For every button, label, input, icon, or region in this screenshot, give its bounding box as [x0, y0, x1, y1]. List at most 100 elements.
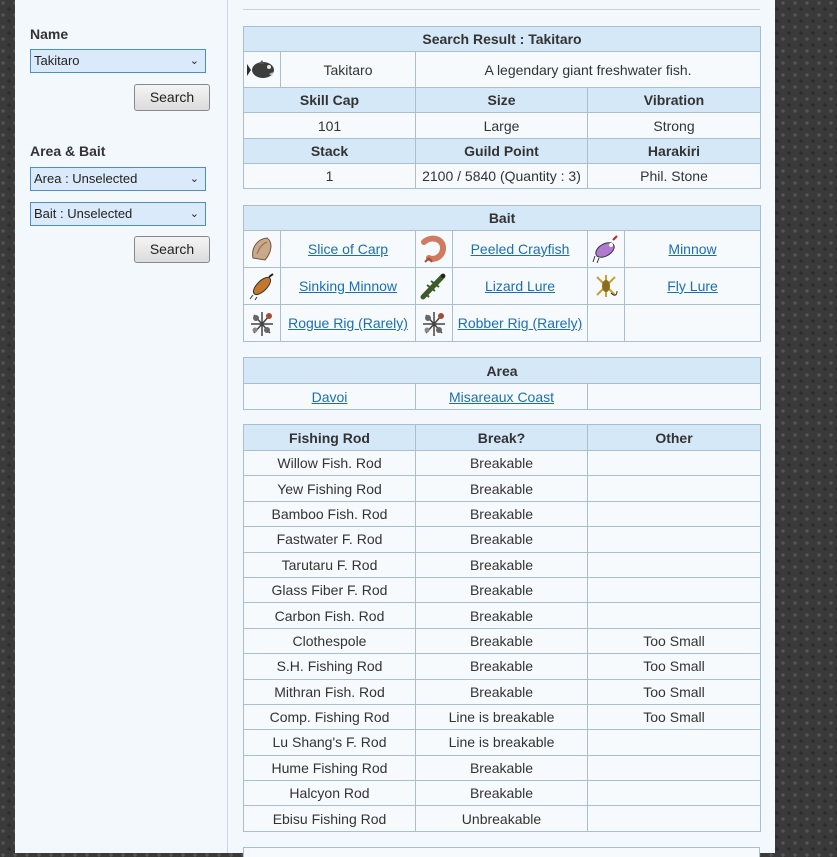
rod-name-cell: S.H. Fishing Rod: [243, 653, 416, 680]
table-row: Lu Shang's F. Rod Line is breakable: [243, 729, 761, 756]
rod-name-cell: Tarutaru F. Rod: [243, 551, 416, 578]
sidebar: Name Takitaro ⌄ Search Area & Bait Area …: [15, 0, 228, 853]
divider: [243, 9, 760, 10]
bait-link-robber-rig[interactable]: Robber Rig (Rarely): [458, 315, 582, 331]
bait-link-lizard-lure[interactable]: Lizard Lure: [485, 278, 555, 294]
rod-break-cell: Line is breakable: [415, 703, 588, 731]
rod-break-cell: Breakable: [415, 551, 588, 578]
rod-break-cell: Breakable: [415, 678, 588, 705]
rod-name-cell: Carbon Fish. Rod: [243, 602, 416, 629]
bait-link-fly-lure[interactable]: Fly Lure: [667, 278, 718, 294]
rod-other-cell: [587, 576, 761, 604]
table-row: Yew Fishing Rod Breakable: [243, 475, 761, 502]
fish-icon-cell: [243, 51, 281, 88]
area-link-davoi[interactable]: Davoi: [312, 389, 348, 405]
rod-other-cell: Too Small: [587, 703, 761, 731]
area-link-misareaux-coast[interactable]: Misareaux Coast: [449, 389, 554, 405]
chevron-down-icon: ⌄: [189, 208, 199, 220]
rod-break-cell: Breakable: [415, 475, 588, 502]
rod-other-cell: [587, 602, 761, 629]
rod-name-cell: Ebisu Fishing Rod: [243, 805, 416, 832]
bait-select-value: Bait : Unselected: [34, 206, 133, 221]
crayfish-icon: [421, 235, 447, 263]
rod-break-cell: Breakable: [415, 526, 588, 553]
rod-other-cell: [587, 449, 761, 477]
bait-link-slice-of-carp[interactable]: Slice of Carp: [308, 241, 388, 257]
fishing-rod-table: Fishing Rod Break? Other Willow Fish. Ro…: [243, 424, 761, 832]
bait-title: Bait: [242, 205, 762, 231]
search-result-title: Search Result : Takitaro: [243, 26, 761, 52]
carp-slice-icon: [252, 237, 272, 261]
bait-link-sinking-minnow[interactable]: Sinking Minnow: [299, 278, 397, 294]
robber-rig-icon: [423, 312, 445, 336]
lizard-lure-icon: [420, 273, 446, 300]
table-row: Tarutaru F. Rod Breakable: [243, 551, 761, 578]
table-row: S.H. Fishing Rod Breakable Too Small: [243, 653, 761, 680]
bait-empty-icon-cell: [587, 304, 625, 342]
stack-value: 1: [243, 163, 416, 189]
rod-name-cell: Comp. Fishing Rod: [243, 703, 416, 731]
skill-cap-header: Skill Cap: [243, 87, 416, 113]
rod-other-cell: [587, 805, 761, 832]
chevron-down-icon: ⌄: [189, 55, 199, 67]
chevron-down-icon: ⌄: [189, 173, 199, 185]
rod-other-cell: Too Small: [587, 627, 761, 655]
rod-other-cell: [587, 475, 761, 502]
table-row: Bamboo Fish. Rod Breakable: [243, 500, 761, 528]
area-select[interactable]: Area : Unselected ⌄: [30, 167, 206, 191]
bait-row: Slice of Carp Peeled Crayfish Minnow: [243, 230, 762, 268]
area-bait-label: Area & Bait: [30, 143, 106, 159]
rod-break-cell: Breakable: [415, 500, 588, 528]
harakiri-header: Harakiri: [587, 138, 761, 164]
next-table-edge: [243, 847, 760, 857]
bait-link-minnow[interactable]: Minnow: [668, 241, 716, 257]
search-result-table: Search Result : Takitaro Takitaro A lege…: [243, 26, 761, 189]
rod-name-cell: Hume Fishing Rod: [243, 754, 416, 782]
table-row: Carbon Fish. Rod Breakable: [243, 602, 761, 629]
rod-break-cell: Line is breakable: [415, 729, 588, 756]
rod-name-cell: Bamboo Fish. Rod: [243, 500, 416, 528]
bait-link-rogue-rig[interactable]: Rogue Rig (Rarely): [288, 315, 408, 331]
table-row: Fastwater F. Rod Breakable: [243, 526, 761, 553]
other-header: Other: [587, 424, 761, 451]
bait-link-peeled-crayfish[interactable]: Peeled Crayfish: [471, 241, 570, 257]
area-empty-cell: [586, 383, 762, 410]
rod-other-cell: Too Small: [587, 653, 761, 680]
fishing-rod-header: Fishing Rod: [243, 424, 416, 451]
skill-cap-value: 101: [243, 112, 416, 139]
rod-break-cell: Breakable: [415, 754, 588, 782]
area-title: Area: [242, 357, 762, 384]
rod-other-cell: [587, 500, 761, 528]
size-value: Large: [415, 112, 588, 139]
table-row: Willow Fish. Rod Breakable: [243, 449, 761, 477]
rod-break-cell: Breakable: [415, 602, 588, 629]
area-table: Area Davoi Misareaux Coast: [242, 357, 762, 410]
name-search-button[interactable]: Search: [134, 84, 210, 111]
name-select-value: Takitaro: [34, 53, 80, 68]
name-select[interactable]: Takitaro ⌄: [30, 49, 206, 73]
rogue-rig-icon: [251, 312, 273, 336]
rod-break-cell: Breakable: [415, 449, 588, 477]
bait-row: Sinking Minnow Lizard Lure Fly Lure: [243, 267, 762, 305]
rod-name-cell: Lu Shang's F. Rod: [243, 729, 416, 756]
size-header: Size: [415, 87, 588, 113]
fish-name: Takitaro: [280, 51, 416, 88]
rod-break-cell: Unbreakable: [415, 805, 588, 832]
fish-description: A legendary giant freshwater fish.: [415, 51, 761, 88]
table-row: Mithran Fish. Rod Breakable Too Small: [243, 678, 761, 705]
rod-name-cell: Glass Fiber F. Rod: [243, 576, 416, 604]
minnow-lure-icon: [592, 235, 618, 264]
rod-name-cell: Willow Fish. Rod: [243, 449, 416, 477]
rod-other-cell: [587, 754, 761, 782]
rod-name-cell: Mithran Fish. Rod: [243, 678, 416, 705]
rod-other-cell: [587, 526, 761, 553]
fish-icon: [247, 59, 274, 78]
name-label: Name: [30, 26, 69, 42]
table-row: Comp. Fishing Rod Line is breakable Too Sm…: [243, 703, 761, 731]
rod-break-cell: Breakable: [415, 780, 588, 807]
area-bait-search-button[interactable]: Search: [134, 236, 210, 263]
rod-other-cell: [587, 780, 761, 807]
break-header: Break?: [415, 424, 588, 451]
bait-select[interactable]: Bait : Unselected ⌄: [30, 202, 206, 226]
rod-name-cell: Clothespole: [243, 627, 416, 655]
